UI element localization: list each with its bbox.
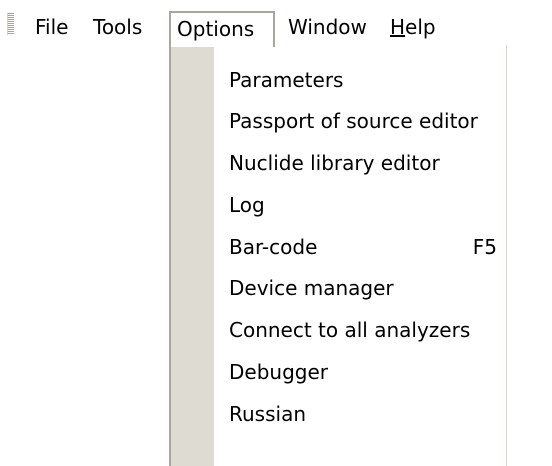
menu-icon-gutter xyxy=(171,45,214,466)
menu-tools[interactable]: Tools xyxy=(85,11,150,44)
menu-window-label: Window xyxy=(288,15,367,39)
menu-tools-label: Tools xyxy=(93,15,143,39)
menu-item-russian[interactable]: Russian xyxy=(229,394,499,434)
menu-help-accelerator: H xyxy=(390,15,406,39)
app-window: File Tools Options Window Help Parameter… xyxy=(0,0,552,466)
menu-item-label: Russian xyxy=(229,402,307,426)
menu-item-label: Parameters xyxy=(229,68,344,92)
menu-item-parameters[interactable]: Parameters xyxy=(229,60,499,100)
menu-item-label: Nuclide library editor xyxy=(229,151,440,175)
menu-item-connect-to-all-analyzers[interactable]: Connect to all analyzers xyxy=(229,310,499,350)
menu-item-label: Log xyxy=(229,193,265,217)
menu-item-label: Device manager xyxy=(229,276,394,300)
menu-window[interactable]: Window xyxy=(280,11,375,44)
menu-item-debugger[interactable]: Debugger xyxy=(229,352,499,392)
menu-item-nuclide-library-editor[interactable]: Nuclide library editor xyxy=(229,143,499,183)
menu-item-shortcut: F5 xyxy=(472,235,497,259)
menu-file-label: File xyxy=(35,15,69,39)
menu-help-label: elp xyxy=(405,15,436,39)
menu-options-label: Options xyxy=(177,17,255,41)
menu-bar: File Tools Options Window Help xyxy=(0,0,552,47)
menu-options[interactable]: Options xyxy=(169,11,275,47)
menu-item-device-manager[interactable]: Device manager xyxy=(229,268,499,308)
menu-item-label: Connect to all analyzers xyxy=(229,318,471,342)
menu-item-bar-code[interactable]: Bar-code F5 xyxy=(229,227,499,267)
toolbar-grip-handle[interactable] xyxy=(7,13,14,35)
menu-help[interactable]: Help xyxy=(382,11,444,44)
menu-item-passport-of-source-editor[interactable]: Passport of source editor xyxy=(229,101,499,141)
menu-item-label: Bar-code xyxy=(229,235,318,259)
options-dropdown-menu: Parameters Passport of source editor Nuc… xyxy=(169,45,507,466)
menu-item-log[interactable]: Log xyxy=(229,185,499,225)
menu-item-label: Passport of source editor xyxy=(229,109,478,133)
menu-item-label: Debugger xyxy=(229,360,328,384)
menu-file[interactable]: File xyxy=(27,11,76,44)
